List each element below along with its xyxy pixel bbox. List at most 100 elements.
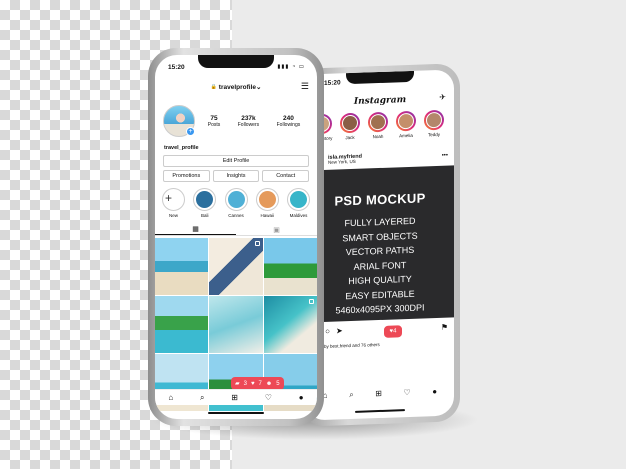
profile-icon[interactable]: ● xyxy=(432,387,437,396)
avatar xyxy=(398,112,414,130)
like-count: 7 xyxy=(258,380,262,387)
status-icons: ▮▮▮ ◔ ▭ xyxy=(277,64,305,70)
search-icon[interactable]: ⌕ xyxy=(349,390,353,399)
highlight-circle xyxy=(287,188,310,211)
profile-stat[interactable]: 237k Followers xyxy=(238,115,259,128)
post-user-block: isla.myfriend New York, US xyxy=(328,153,362,165)
story-name: Noah xyxy=(372,133,384,140)
activity-icon[interactable]: ♡ xyxy=(404,388,411,397)
notification-count: 4 xyxy=(393,328,397,335)
story-name: Jack xyxy=(345,134,355,141)
follower-count: 5 xyxy=(276,380,280,387)
contact-button[interactable]: Contact xyxy=(262,170,310,182)
highlight-name: New xyxy=(168,213,178,218)
add-story-icon[interactable]: + xyxy=(186,127,195,136)
photo-tile[interactable] xyxy=(155,238,209,295)
instagram-logo: Instagram xyxy=(353,95,407,107)
front-phone: 15:20 ▮▮▮ ◔ ▭ 🔒 travelprofile ⌄ ☰ + 75 Po… xyxy=(148,48,324,426)
highlight-name: Cannes xyxy=(228,213,244,218)
story-ring xyxy=(340,112,360,134)
feed-header: Instagram ✈ xyxy=(312,92,448,111)
direct-message-icon[interactable]: ✈ xyxy=(439,93,446,102)
highlight-image xyxy=(196,191,214,208)
new-highlight-icon: + xyxy=(162,188,185,211)
story-name: Amelia xyxy=(399,132,413,139)
highlight-item[interactable]: + New xyxy=(161,188,186,222)
story-item[interactable]: Jack xyxy=(338,112,362,148)
status-time: 15:20 xyxy=(324,79,341,87)
phone-notch xyxy=(346,70,414,85)
stat-value: 240 xyxy=(283,114,294,122)
story-item[interactable]: Amelia xyxy=(394,110,418,146)
highlight-image xyxy=(290,191,307,208)
stat-label: Followings xyxy=(276,121,301,128)
highlight-image xyxy=(258,191,276,208)
profile-header: 🔒 travelprofile ⌄ ☰ xyxy=(163,81,309,93)
profile-action-buttons: Promotions Insights Contact xyxy=(163,170,310,182)
stat-label: Followers xyxy=(237,121,260,128)
profile-icon[interactable]: ● xyxy=(299,393,304,402)
photo-tile[interactable] xyxy=(263,238,317,295)
tab-tagged[interactable]: ▣ xyxy=(236,224,317,235)
chevron-down-icon[interactable]: ⌄ xyxy=(256,83,261,91)
profile-username[interactable]: travelprofile xyxy=(219,84,256,91)
back-phone-screen: 15:20 Instagram ✈ Your StoryJackNoahAmel… xyxy=(306,69,454,421)
highlight-item[interactable]: Hawaii xyxy=(255,188,280,222)
bookmark-icon[interactable]: ⚑ xyxy=(441,323,448,336)
search-icon[interactable]: ⌕ xyxy=(200,393,204,402)
highlight-circle xyxy=(255,188,279,211)
avatar xyxy=(426,111,442,129)
add-post-icon[interactable]: ⊞ xyxy=(231,393,238,402)
bottom-nav: ⌂ ⌕ ⊞ ♡ ● xyxy=(155,389,317,405)
edit-profile-button[interactable]: Edit Profile xyxy=(163,155,309,167)
add-post-icon[interactable]: ⊞ xyxy=(375,389,382,398)
story-name: Teddy xyxy=(427,131,440,138)
highlight-item[interactable]: Cannes xyxy=(224,188,249,222)
stories-bar: Your StoryJackNoahAmeliaTeddy xyxy=(306,109,454,148)
highlight-name: Bali xyxy=(200,213,209,218)
menu-icon[interactable]: ☰ xyxy=(301,81,309,92)
insights-button[interactable]: Insights xyxy=(212,170,260,182)
photo-tile[interactable] xyxy=(155,296,209,353)
photo-tile[interactable] xyxy=(263,296,317,353)
highlight-name: Hawaii xyxy=(260,213,274,218)
avatar[interactable]: + xyxy=(163,105,195,137)
profile-stat[interactable]: 75 Posts xyxy=(208,115,221,128)
home-icon[interactable]: ⌂ xyxy=(168,393,173,402)
home-indicator xyxy=(355,409,405,413)
follower-icon: ☻ xyxy=(265,380,273,387)
story-item[interactable]: Teddy xyxy=(422,109,446,145)
more-options-icon[interactable]: ••• xyxy=(442,153,448,159)
share-icon[interactable]: ➤ xyxy=(336,326,343,339)
post-header: isla.myfriend New York, US ••• xyxy=(312,148,448,169)
activity-notification-badge: ♥ 4 xyxy=(384,325,402,338)
story-highlights: + New Bali Cannes Hawaii Maldives xyxy=(161,188,311,222)
story-ring xyxy=(424,109,444,131)
post-location[interactable]: New York, US xyxy=(328,158,362,165)
highlight-name: Maldives xyxy=(289,213,308,218)
promotions-button[interactable]: Promotions xyxy=(163,170,210,182)
comment-icon[interactable]: ○ xyxy=(325,327,330,340)
activity-icon[interactable]: ♡ xyxy=(265,393,272,402)
story-ring xyxy=(396,110,416,132)
post-image: PSD MOCKUP FULLY LAYERED SMART OBJECTS VEC… xyxy=(306,165,454,330)
profile-stats: 75 Posts 237k Followers 240 Followings xyxy=(199,115,309,128)
back-phone: 15:20 Instagram ✈ Your StoryJackNoahAmel… xyxy=(300,63,460,427)
phone-notch xyxy=(198,55,274,68)
photo-tile[interactable] xyxy=(209,296,263,353)
tab-grid[interactable]: ▦ xyxy=(155,224,236,235)
profile-summary: + 75 Posts 237k Followers 240 Followings xyxy=(163,101,309,141)
stat-label: Posts xyxy=(207,121,221,128)
stat-value: 237k xyxy=(241,114,256,122)
story-item[interactable]: Noah xyxy=(366,111,390,147)
multi-photo-icon xyxy=(254,241,260,246)
heart-icon: ♥ xyxy=(250,380,255,387)
comment-count: 3 xyxy=(243,380,247,387)
profile-stat[interactable]: 240 Followings xyxy=(277,115,301,128)
profile-tabs: ▦ ▣ xyxy=(155,224,317,236)
profile-name: travel_profile xyxy=(164,145,199,151)
highlight-item[interactable]: Bali xyxy=(192,188,217,222)
photo-tile[interactable] xyxy=(209,238,263,295)
highlight-item[interactable]: Maldives xyxy=(286,188,311,222)
highlight-image xyxy=(227,191,245,208)
